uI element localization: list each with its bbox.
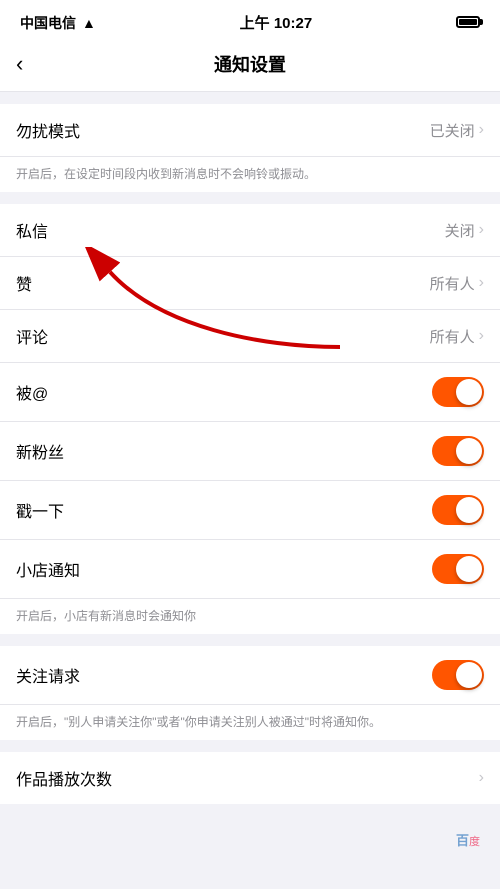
gap-1 xyxy=(0,192,500,204)
status-bar: 中国电信 ▲ 上午 10:27 xyxy=(0,0,500,41)
row-play-count[interactable]: 作品播放次数 › xyxy=(0,752,500,804)
status-right xyxy=(456,15,480,31)
toggle-knob-shop xyxy=(456,556,482,582)
row-comment[interactable]: 评论 所有人 › xyxy=(0,310,500,363)
follow-request-label: 关注请求 xyxy=(16,663,80,687)
gap-3 xyxy=(0,740,500,752)
comment-label: 评论 xyxy=(16,324,48,348)
chevron-icon-like: › xyxy=(479,274,484,292)
follow-request-toggle[interactable] xyxy=(432,660,484,690)
mention-label: 被@ xyxy=(16,380,48,404)
row-new-fans[interactable]: 新粉丝 xyxy=(0,422,500,481)
row-mention[interactable]: 被@ xyxy=(0,363,500,422)
toggle-knob-poke xyxy=(456,497,482,523)
page-title: 通知设置 xyxy=(214,51,286,77)
chevron-icon: › xyxy=(479,121,484,139)
play-count-right: › xyxy=(479,769,484,787)
like-right: 所有人 › xyxy=(430,273,484,294)
comment-right: 所有人 › xyxy=(430,326,484,347)
back-button[interactable]: ‹ xyxy=(16,51,23,77)
shop-notify-toggle[interactable] xyxy=(432,554,484,584)
section-notifications: 私信 关闭 › 赞 所有人 › 评论 所有人 › 被@ xyxy=(0,204,500,634)
watermark: 百度 xyxy=(456,830,480,849)
battery-icon xyxy=(456,15,480,31)
mention-toggle[interactable] xyxy=(432,377,484,407)
status-left: 中国电信 ▲ xyxy=(20,13,96,33)
section-follow: 关注请求 开启后，"别人申请关注你"或者"你申请关注别人被通过"时将通知你。 xyxy=(0,646,500,740)
private-message-right: 关闭 › xyxy=(445,220,484,241)
nav-bar: ‹ 通知设置 xyxy=(0,41,500,92)
gap-2 xyxy=(0,634,500,646)
chevron-icon-pm: › xyxy=(479,221,484,239)
toggle-knob-fans xyxy=(456,438,482,464)
poke-label: 戳一下 xyxy=(16,498,64,522)
shop-hint: 开启后，小店有新消息时会通知你 xyxy=(0,599,500,634)
status-time: 上午 10:27 xyxy=(240,12,313,33)
chevron-icon-play: › xyxy=(479,769,484,787)
dnd-hint: 开启后，在设定时间段内收到新消息时不会响铃或振动。 xyxy=(0,157,500,192)
section-dnd: 勿扰模式 已关闭 › 开启后，在设定时间段内收到新消息时不会响铃或振动。 xyxy=(0,104,500,192)
signal-icon: ▲ xyxy=(82,15,96,31)
private-message-value: 关闭 xyxy=(445,220,475,241)
toggle-knob xyxy=(456,379,482,405)
private-message-label: 私信 xyxy=(16,218,48,242)
content: 勿扰模式 已关闭 › 开启后，在设定时间段内收到新消息时不会响铃或振动。 私信 … xyxy=(0,92,500,804)
chevron-icon-comment: › xyxy=(479,327,484,345)
dnd-right: 已关闭 › xyxy=(430,120,484,141)
new-fans-label: 新粉丝 xyxy=(16,439,64,463)
carrier-text: 中国电信 xyxy=(20,13,76,33)
row-dnd[interactable]: 勿扰模式 已关闭 › xyxy=(0,104,500,157)
row-private-message[interactable]: 私信 关闭 › xyxy=(0,204,500,257)
play-count-label: 作品播放次数 xyxy=(16,766,112,790)
poke-toggle[interactable] xyxy=(432,495,484,525)
row-shop-notify[interactable]: 小店通知 xyxy=(0,540,500,599)
row-like[interactable]: 赞 所有人 › xyxy=(0,257,500,310)
dnd-label: 勿扰模式 xyxy=(16,118,80,142)
shop-notify-label: 小店通知 xyxy=(16,557,80,581)
comment-value: 所有人 xyxy=(430,326,475,347)
like-value: 所有人 xyxy=(430,273,475,294)
section-plays: 作品播放次数 › xyxy=(0,752,500,804)
follow-hint: 开启后，"别人申请关注你"或者"你申请关注别人被通过"时将通知你。 xyxy=(0,705,500,740)
dnd-value: 已关闭 xyxy=(430,120,475,141)
row-follow-request[interactable]: 关注请求 xyxy=(0,646,500,705)
toggle-knob-follow xyxy=(456,662,482,688)
like-label: 赞 xyxy=(16,271,32,295)
row-poke[interactable]: 戳一下 xyxy=(0,481,500,540)
new-fans-toggle[interactable] xyxy=(432,436,484,466)
